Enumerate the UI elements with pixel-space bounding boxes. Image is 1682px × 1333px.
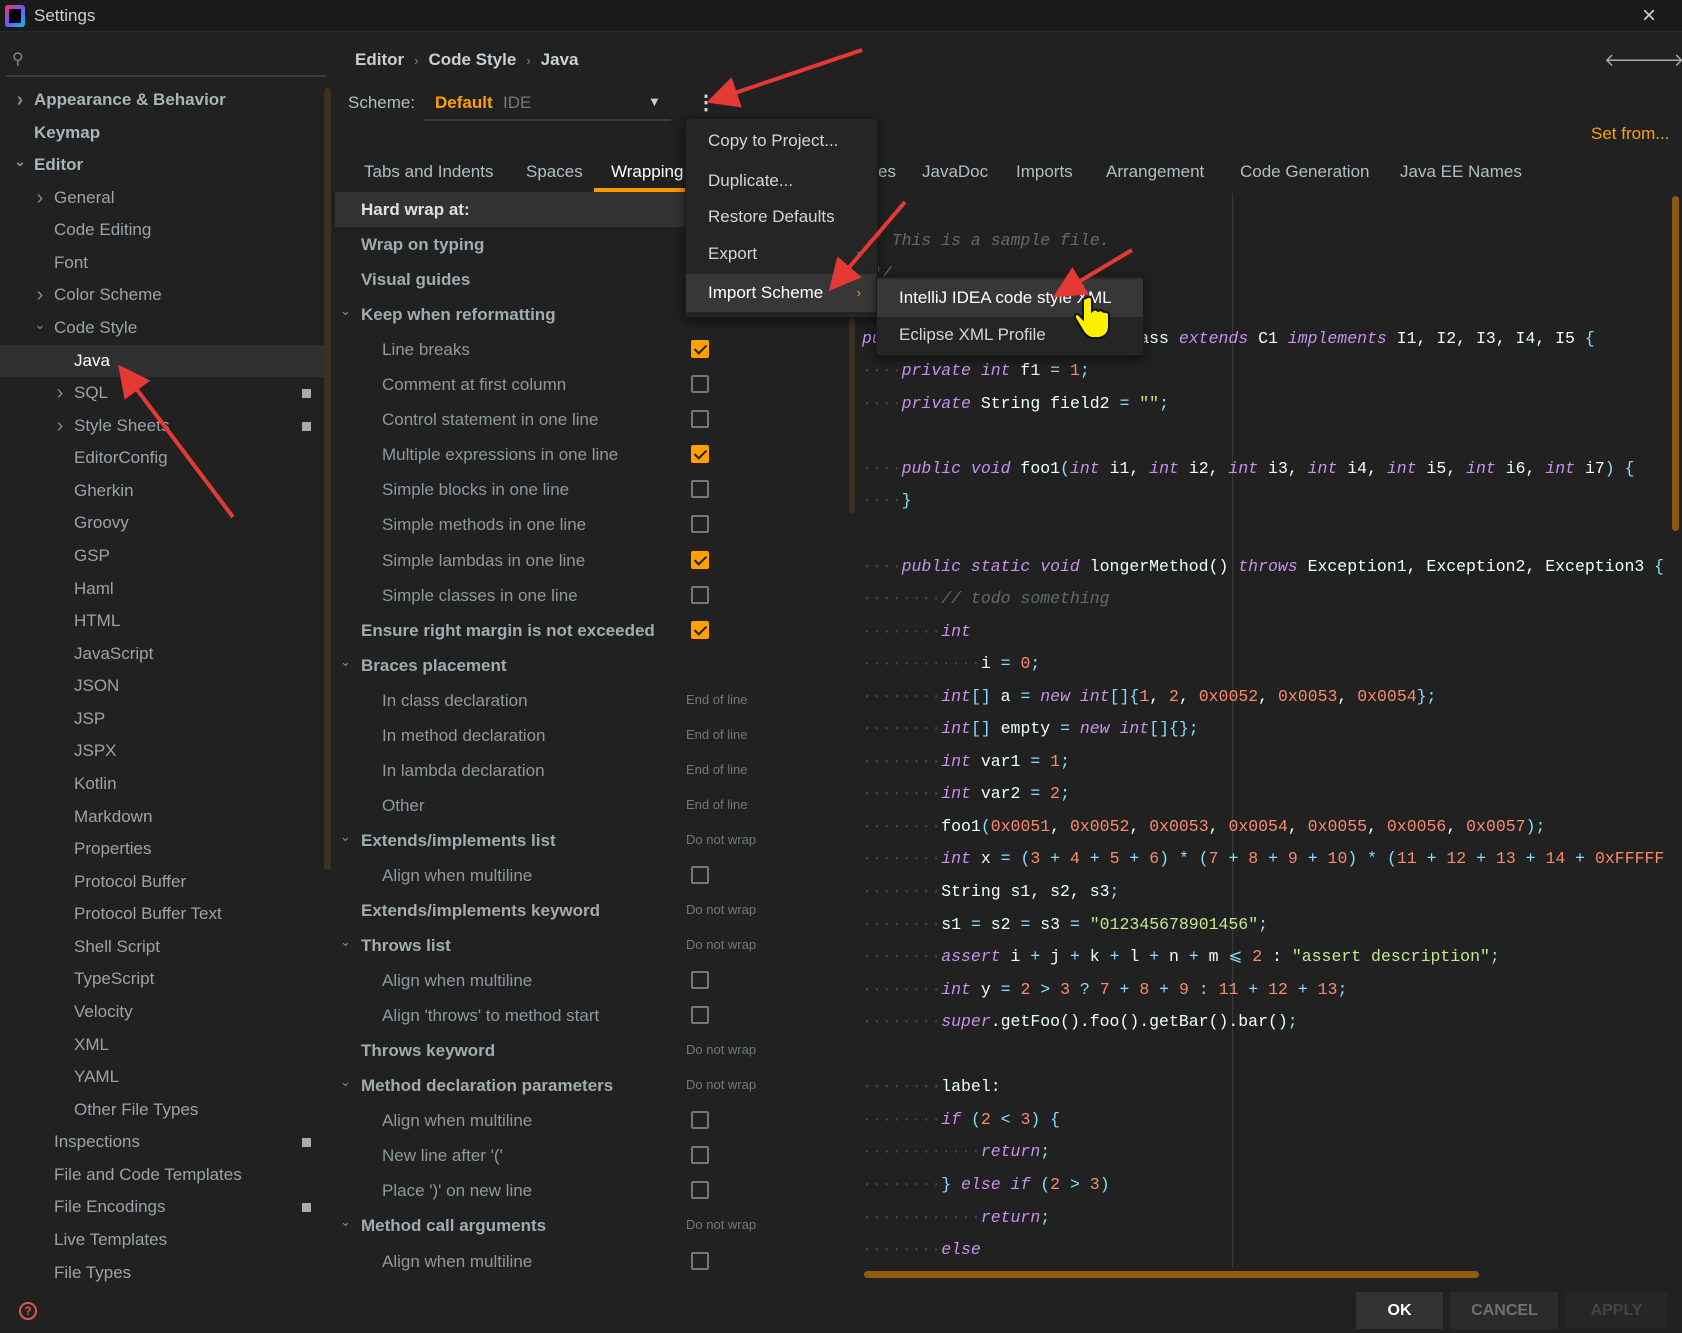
- annotation-overlay: [118, 48, 1134, 519]
- help-icon[interactable]: ?: [19, 1302, 37, 1320]
- annotation-arrow: [1053, 248, 1134, 298]
- annotation-arrow: [828, 200, 907, 292]
- annotation-arrow: [706, 48, 863, 108]
- hand-cursor-icon: [1073, 295, 1110, 339]
- apply-button[interactable]: APPLY: [1566, 1292, 1667, 1329]
- annotation-arrow: [118, 364, 235, 519]
- ok-button[interactable]: OK: [1356, 1292, 1443, 1329]
- cancel-button[interactable]: CANCEL: [1451, 1292, 1558, 1329]
